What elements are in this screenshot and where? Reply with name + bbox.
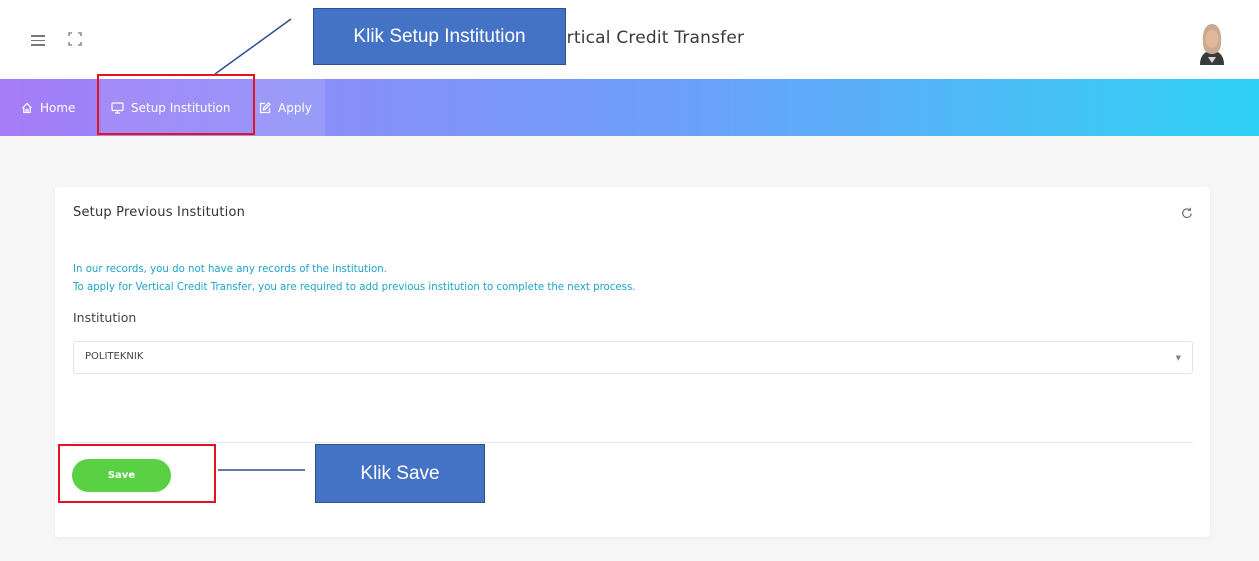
highlight-save-button xyxy=(58,444,216,503)
callout-save: Klik Save xyxy=(315,444,485,503)
callout-setup-institution: Klik Setup Institution xyxy=(313,8,566,65)
highlight-setup-institution xyxy=(97,74,255,135)
